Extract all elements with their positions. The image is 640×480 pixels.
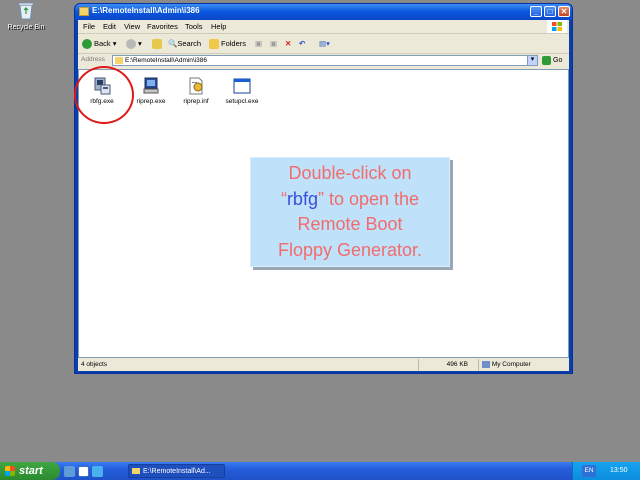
views-icon: ▤▾ <box>319 39 330 48</box>
close-button[interactable]: ✕ <box>558 6 570 17</box>
title-bar[interactable]: E:\RemoteInstall\Admin\i386 _ □ ✕ <box>75 4 572 20</box>
address-dropdown-button[interactable]: ▾ <box>527 55 538 66</box>
menu-help[interactable]: Help <box>211 22 226 31</box>
file-name: setupcl.exe <box>225 98 259 105</box>
go-button[interactable]: Go <box>542 55 562 66</box>
my-computer-icon <box>482 360 490 368</box>
menu-bar: File Edit View Favorites Tools Help <box>78 20 569 34</box>
recycle-bin-desktop-icon[interactable]: Recycle Bin <box>4 2 48 36</box>
copy-to-button[interactable]: ▣ <box>270 37 277 50</box>
folders-button[interactable]: Folders <box>209 37 246 50</box>
window-app-icon <box>232 76 252 96</box>
windows-logo-icon <box>547 20 567 33</box>
up-folder-button[interactable] <box>152 37 164 50</box>
callout-line-2: “rbfg” to open the <box>280 188 420 209</box>
search-button[interactable]: 🔍Search <box>168 37 201 50</box>
highlight-circle <box>74 66 134 124</box>
menu-edit[interactable]: Edit <box>103 22 116 31</box>
chevron-down-icon: ▾ <box>530 56 535 63</box>
status-zone: My Computer <box>478 359 569 371</box>
address-input[interactable]: E:\RemoteInstall\Admin\i386 <box>112 55 538 66</box>
taskbar: start E:\RemoteInstall\Ad... EN 13:50 <box>0 462 640 480</box>
instruction-callout: Double-click on “rbfg” to open the Remot… <box>250 157 450 267</box>
address-label: Address <box>81 56 105 63</box>
media-player-icon[interactable] <box>92 466 103 477</box>
file-name: riprep.exe <box>136 98 166 105</box>
callout-line-3: Remote Boot <box>297 214 403 234</box>
move-to-button[interactable]: ▣ <box>255 37 262 50</box>
window-title: E:\RemoteInstall\Admin\i386 <box>92 6 200 15</box>
taskbar-item-explorer[interactable]: E:\RemoteInstall\Ad... <box>128 464 225 478</box>
undo-button[interactable]: ↶ <box>299 37 305 50</box>
menu-file[interactable]: File <box>83 22 95 31</box>
status-object-count: 4 objects <box>81 361 108 368</box>
maximize-button[interactable]: □ <box>544 6 556 17</box>
status-size: 496 KB <box>418 359 478 371</box>
setup-info-icon <box>186 76 206 96</box>
start-button[interactable]: start <box>0 462 60 480</box>
computer-app-icon <box>141 76 161 96</box>
internet-explorer-icon[interactable] <box>78 466 89 477</box>
status-bar: 4 objects 496 KB My Computer <box>78 359 569 371</box>
callout-line-1: Double-click on <box>288 163 412 183</box>
file-name: riprep.inf <box>183 98 209 105</box>
chevron-down-icon: ▾ <box>110 39 117 48</box>
callout-highlight: rbfg <box>286 188 318 209</box>
file-item-setupcl[interactable]: setupcl.exe <box>222 76 262 105</box>
copy-to-icon: ▣ <box>270 39 278 48</box>
language-indicator[interactable]: EN <box>582 465 596 477</box>
menu-view[interactable]: View <box>124 22 140 31</box>
up-folder-icon <box>152 39 162 50</box>
address-bar: Address E:\RemoteInstall\Admin\i386 ▾ Go <box>78 54 569 68</box>
back-arrow-icon <box>82 39 92 50</box>
clock[interactable]: 13:50 <box>610 462 628 480</box>
folders-icon <box>209 39 219 50</box>
menu-favorites[interactable]: Favorites <box>147 22 178 31</box>
menu-tools[interactable]: Tools <box>185 22 203 31</box>
folder-icon <box>115 57 123 64</box>
chevron-down-icon: ▾ <box>138 39 142 48</box>
callout-line-4: Floppy Generator. <box>277 239 423 260</box>
go-arrow-icon <box>542 55 551 65</box>
windows-flag-icon <box>5 466 15 476</box>
folder-icon <box>79 7 89 16</box>
delete-icon: ✕ <box>285 39 292 48</box>
back-button[interactable]: Back ▾ <box>82 37 117 50</box>
standard-toolbar: Back ▾ ▾ 🔍Search Folders ▣ ▣ ✕ ↶ ▤▾ <box>78 34 569 54</box>
show-desktop-icon[interactable] <box>64 466 75 477</box>
move-to-icon: ▣ <box>255 39 263 48</box>
folder-icon <box>132 468 140 474</box>
forward-arrow-icon <box>126 39 136 50</box>
search-icon: 🔍 <box>168 39 178 48</box>
minimize-button[interactable]: _ <box>530 6 542 17</box>
file-item-riprep-exe[interactable]: riprep.exe <box>131 76 171 105</box>
views-button[interactable]: ▤▾ <box>319 37 330 50</box>
recycle-bin-icon <box>18 2 34 20</box>
undo-icon: ↶ <box>299 39 306 48</box>
delete-button[interactable]: ✕ <box>285 37 291 50</box>
file-item-riprep-inf[interactable]: riprep.inf <box>176 76 216 105</box>
recycle-bin-label: Recycle Bin <box>7 24 45 31</box>
forward-button[interactable]: ▾ <box>126 37 142 50</box>
